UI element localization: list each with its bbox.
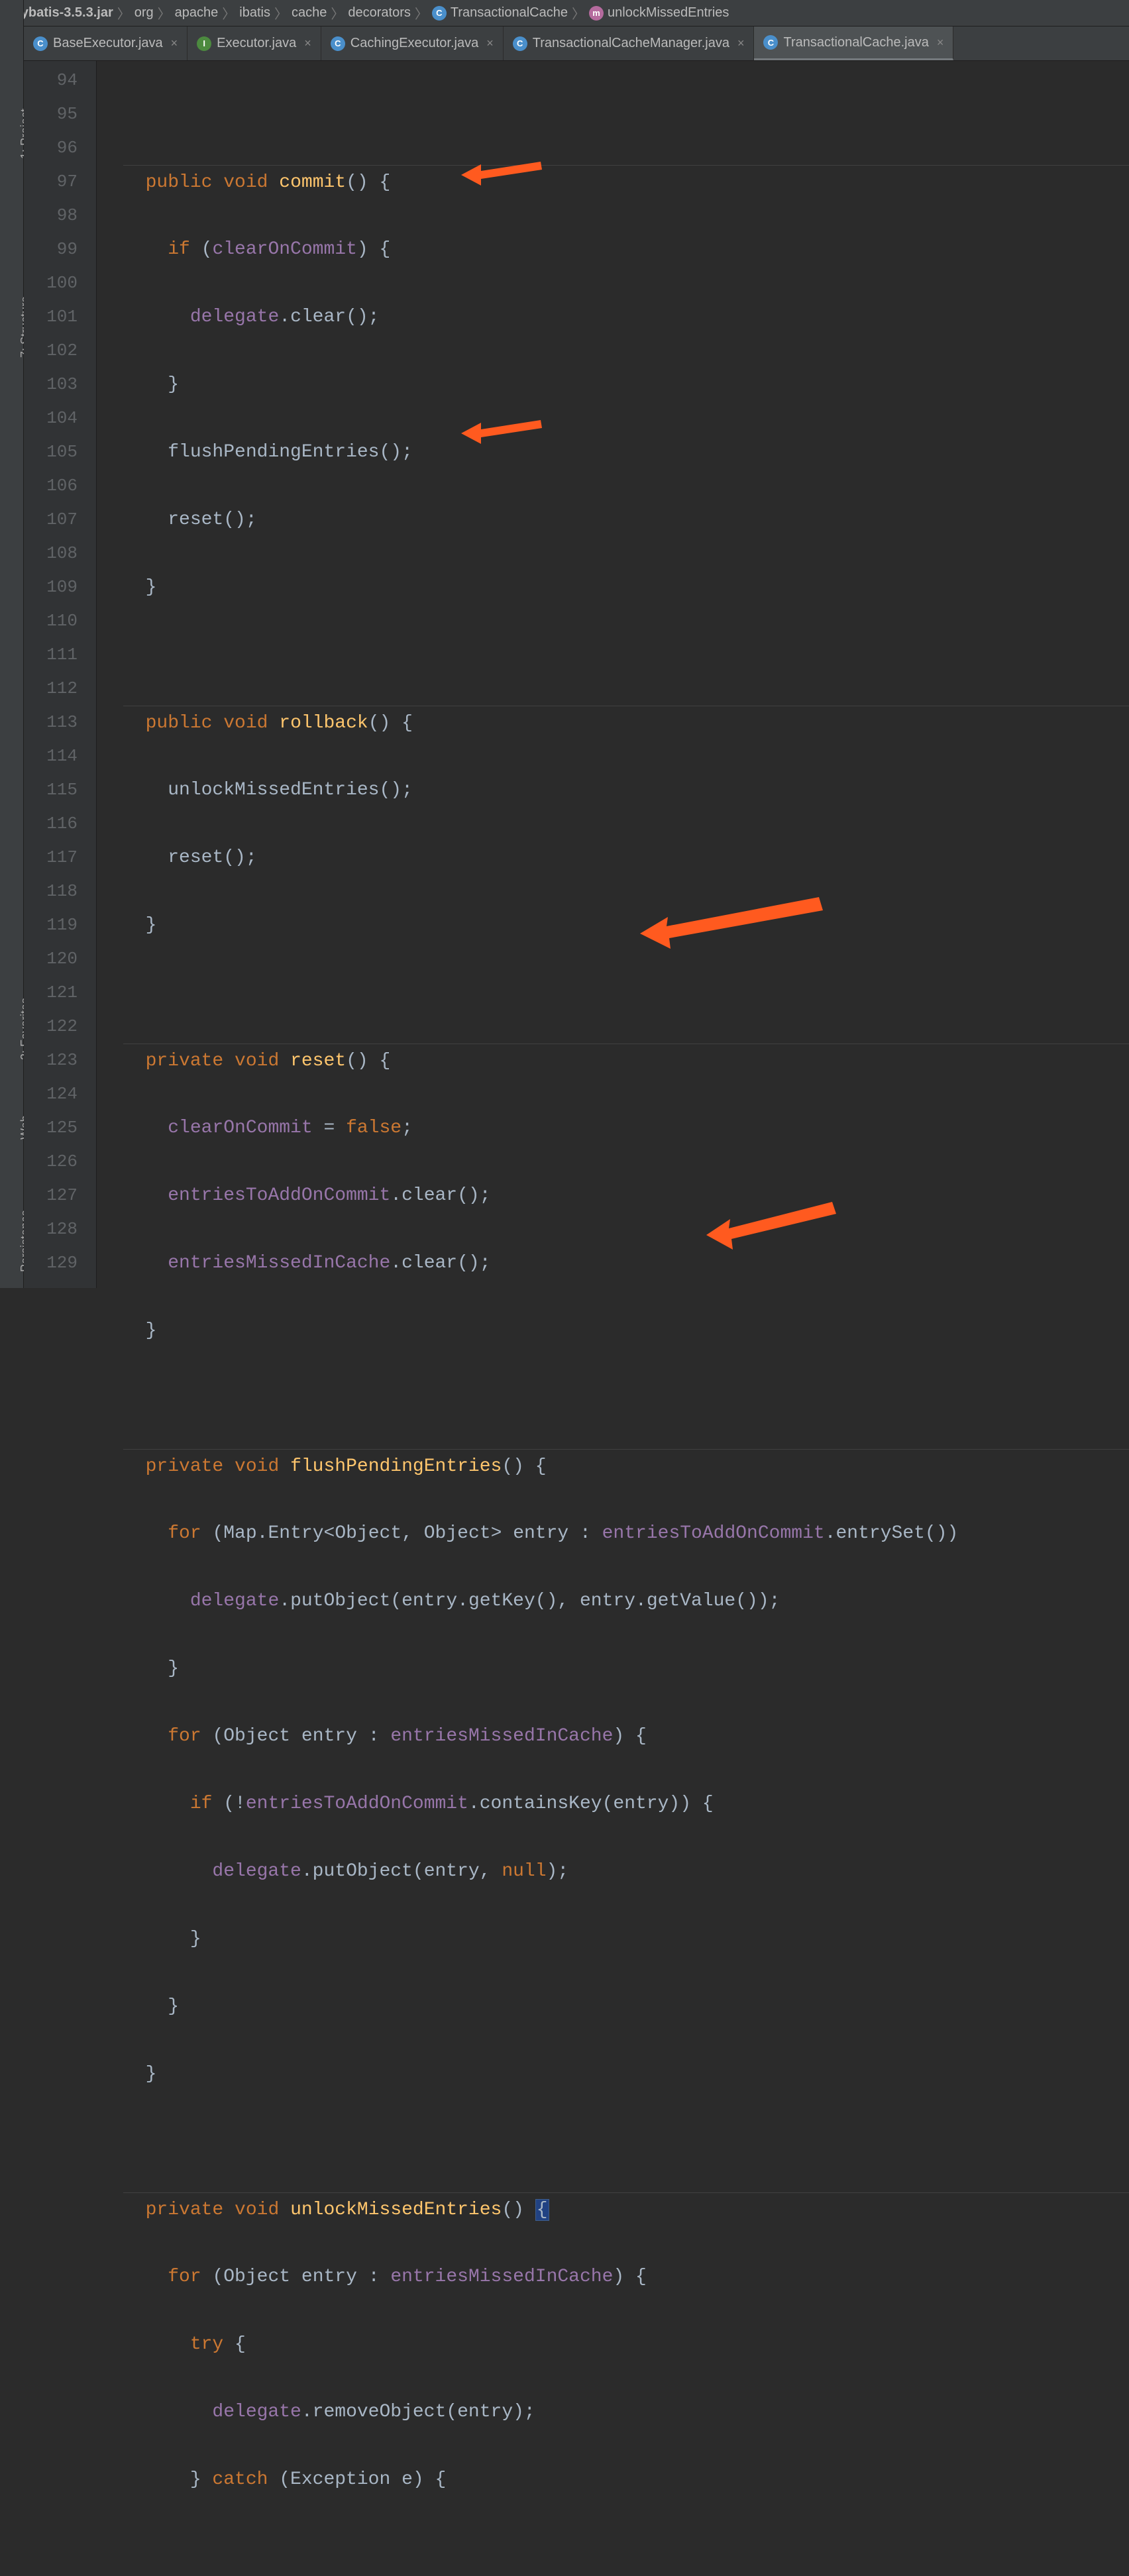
close-icon[interactable]: ×	[484, 36, 494, 50]
tab-label: BaseExecutor.java	[53, 36, 163, 51]
close-icon[interactable]: ×	[735, 36, 745, 50]
crumb-ibatis[interactable]: ibatis	[237, 5, 273, 21]
crumb-cache[interactable]: cache	[289, 5, 329, 21]
chevron-right-icon: 〉	[116, 3, 132, 23]
method-icon: m	[589, 6, 604, 21]
breadcrumb: mybatis-3.5.3.jar 〉 org 〉 apache 〉 ibati…	[0, 0, 1129, 27]
tab-transactional-cache-manager[interactable]: C TransactionalCacheManager.java ×	[504, 27, 755, 60]
class-icon: C	[331, 36, 345, 51]
class-icon: C	[33, 36, 48, 51]
class-icon: C	[432, 6, 447, 21]
chevron-right-icon: 〉	[329, 3, 345, 23]
line-number-gutter: 94 95 96 97 98 99 100 101 102 103 104 10…	[24, 61, 97, 1288]
chevron-right-icon: 〉	[273, 3, 289, 23]
tab-caching-executor[interactable]: C CachingExecutor.java ×	[321, 27, 504, 60]
chevron-right-icon: 〉	[221, 3, 237, 23]
crumb-decorators[interactable]: decorators	[345, 5, 413, 21]
editor-tabs: C BaseExecutor.java × I Executor.java × …	[24, 27, 1129, 61]
annotation-arrow	[706, 1134, 839, 1322]
tab-label: CachingExecutor.java	[350, 36, 478, 51]
tab-executor[interactable]: I Executor.java ×	[188, 27, 321, 60]
left-tool-strip: 1: Project 7: Structure 2: Favorites Web…	[0, 0, 24, 1288]
interface-icon: I	[197, 36, 211, 51]
close-icon[interactable]: ×	[934, 36, 944, 50]
code-area[interactable]: public void commit() { if (clearOnCommit…	[123, 61, 1129, 1288]
close-icon[interactable]: ×	[301, 36, 311, 50]
crumb-org[interactable]: org	[132, 5, 156, 21]
editor[interactable]: 94 95 96 97 98 99 100 101 102 103 104 10…	[24, 61, 1129, 1288]
chevron-right-icon: 〉	[413, 3, 429, 23]
crumb-apache[interactable]: apache	[172, 5, 221, 21]
tab-label: TransactionalCache.java	[783, 35, 928, 50]
tab-transactional-cache[interactable]: C TransactionalCache.java ×	[754, 27, 953, 60]
fold-column	[97, 61, 123, 1288]
crumb-method[interactable]: munlockMissedEntries	[586, 5, 731, 21]
tab-label: Executor.java	[217, 36, 296, 51]
chevron-right-icon: 〉	[156, 3, 172, 23]
tab-label: TransactionalCacheManager.java	[533, 36, 729, 51]
crumb-class[interactable]: CTransactionalCache	[429, 5, 570, 21]
class-icon: C	[513, 36, 527, 51]
class-icon: C	[763, 35, 778, 50]
close-icon[interactable]: ×	[168, 36, 178, 50]
chevron-right-icon: 〉	[570, 3, 586, 23]
crumb-label: mybatis-3.5.3.jar	[9, 5, 113, 21]
tab-base-executor[interactable]: C BaseExecutor.java ×	[24, 27, 188, 60]
